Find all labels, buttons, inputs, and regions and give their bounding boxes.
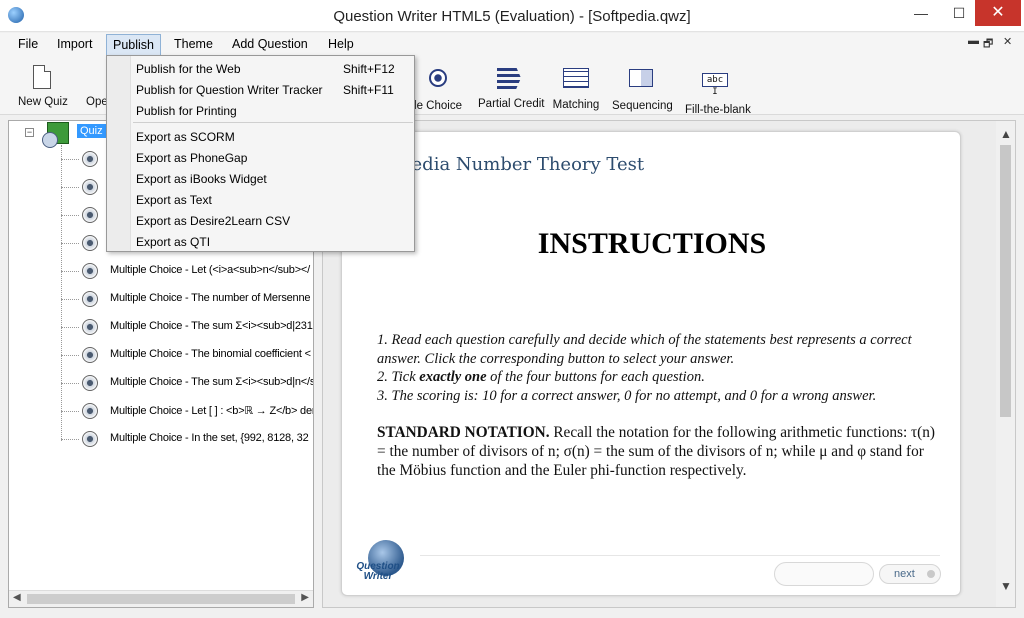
scroll-thumb[interactable] (27, 594, 295, 604)
scroll-up-icon[interactable]: ▲ (1000, 127, 1012, 141)
open-icon (86, 65, 106, 91)
scroll-left-icon[interactable]: ◀ (13, 592, 21, 603)
export-qti-item[interactable]: Export as QTI (107, 231, 414, 252)
export-text-item[interactable]: Export as Text (107, 189, 414, 210)
mdi-minimize-icon[interactable]: ▬ (968, 35, 979, 47)
tree-root-quiz[interactable]: Quiz (77, 124, 106, 138)
partial-credit-icon (478, 67, 540, 93)
menu-publish[interactable]: Publish (106, 34, 161, 56)
title-bar: Question Writer HTML5 (Evaluation) - [So… (0, 0, 1024, 32)
menu-import[interactable]: Import (57, 37, 92, 51)
instruction-item: 2. Tick exactly one of the four buttons … (377, 369, 705, 385)
radio-node-icon (82, 235, 98, 251)
new-quiz-button[interactable]: New Quiz (18, 65, 68, 108)
publish-for-printing-item[interactable]: Publish for Printing (107, 100, 414, 121)
tree-item[interactable]: Multiple Choice - The binomial coefficie… (61, 345, 313, 365)
new-quiz-label: New Quiz (18, 96, 68, 108)
instructions-list: 1. Read each question carefully and deci… (377, 331, 937, 405)
fill-blank-icon: abc I (685, 73, 745, 99)
multiple-choice-label: le Choice (414, 100, 462, 112)
export-d2l-csv-item[interactable]: Export as Desire2Learn CSV (107, 210, 414, 231)
radio-node-icon (82, 431, 98, 447)
matching-grid-icon (552, 68, 600, 94)
instruction-item: 3. The scoring is: 10 for a correct answ… (377, 387, 877, 404)
radio-node-icon (82, 403, 98, 419)
next-button[interactable]: next (879, 564, 941, 584)
scroll-down-icon[interactable]: ▼ (1000, 579, 1012, 593)
footer-divider (420, 555, 940, 556)
tree-item[interactable]: Multiple Choice - Let (<i>a<sub>n</sub><… (61, 261, 313, 281)
menu-file[interactable]: File (18, 37, 38, 51)
menu-help[interactable]: Help (328, 37, 354, 51)
sequencing-label: Sequencing (612, 100, 673, 112)
radio-node-icon (82, 263, 98, 279)
radio-node-icon (82, 291, 98, 307)
window-title: Question Writer HTML5 (Evaluation) - [So… (333, 8, 691, 25)
scroll-right-icon[interactable]: ▶ (301, 592, 309, 603)
menu-separator (133, 122, 413, 123)
menu-add-question[interactable]: Add Question (232, 37, 308, 51)
export-phonegap-item[interactable]: Export as PhoneGap (107, 147, 414, 168)
radio-node-icon (82, 207, 98, 223)
radio-node-icon (82, 179, 98, 195)
tree-item[interactable]: Multiple Choice - The number of Mersenne (61, 289, 313, 309)
partial-credit-label: Partial Credit (478, 98, 545, 110)
open-label: Ope (86, 96, 106, 108)
tree-item[interactable]: Multiple Choice - In the set, {992, 8128… (61, 429, 313, 449)
menu-theme[interactable]: Theme (174, 37, 213, 51)
radio-node-icon (82, 347, 98, 363)
question-writer-logo: Question Writer (354, 540, 412, 588)
collapse-icon[interactable]: − (25, 128, 34, 137)
horizontal-scrollbar[interactable]: ◀ ▶ (9, 590, 313, 607)
export-scorm-item[interactable]: Export as SCORM (107, 126, 414, 147)
radio-node-icon (82, 151, 98, 167)
instructions-heading: INSTRUCTIONS (537, 227, 767, 260)
menu-bar: File Import Publish Theme Add Question H… (0, 33, 1024, 57)
export-ibooks-item[interactable]: Export as iBooks Widget (107, 168, 414, 189)
progress-pill (774, 562, 874, 586)
next-arrow-icon (927, 570, 935, 578)
tree-item[interactable]: Multiple Choice - The sum Σ<i><sub>d|231 (61, 317, 313, 337)
matching-label: Matching (552, 99, 600, 111)
sequencing-button[interactable]: Sequencing (612, 65, 673, 112)
mdi-close-icon[interactable]: ✕ (1003, 35, 1012, 48)
fill-the-blank-button[interactable]: abc I Fill-the-blank (685, 65, 751, 116)
quiz-icon (42, 122, 69, 148)
new-document-icon (18, 65, 66, 91)
scroll-thumb[interactable] (1000, 145, 1011, 417)
partial-credit-button[interactable]: Partial Credit (478, 65, 545, 110)
sequencing-icon (612, 69, 670, 95)
publish-for-web-item[interactable]: Publish for the Web Shift+F12 (107, 58, 414, 79)
quiz-preview-card: pedia Number Theory Test INSTRUCTIONS 1.… (341, 131, 961, 596)
maximize-button[interactable]: ☐ (942, 0, 976, 26)
radio-node-icon (82, 375, 98, 391)
radio-node-icon (82, 319, 98, 335)
mdi-restore-icon[interactable]: 🗗 (983, 35, 993, 54)
tree-item[interactable]: Multiple Choice - Let [ ] : <b>ℝ → Z</b>… (61, 401, 313, 421)
preview-panel: pedia Number Theory Test INSTRUCTIONS 1.… (322, 120, 1016, 608)
standard-notation-paragraph: STANDARD NOTATION. Recall the notation f… (377, 424, 936, 479)
minimize-button[interactable]: — (904, 0, 938, 26)
tree-item[interactable]: Multiple Choice - The sum Σ<i><sub>d|n</… (61, 373, 313, 393)
open-button[interactable]: Ope (86, 65, 106, 108)
quiz-title: pedia Number Theory Test (400, 154, 645, 175)
matching-button[interactable]: Matching (552, 65, 600, 111)
vertical-scrollbar[interactable]: ▲ ▼ (996, 121, 1015, 607)
multiple-choice-button[interactable]: le Choice (413, 65, 463, 112)
publish-menu: Publish for the Web Shift+F12 Publish for… (106, 55, 415, 252)
fill-the-blank-label: Fill-the-blank (685, 104, 751, 116)
radio-button-icon (413, 69, 463, 95)
instruction-item: 1. Read each question carefully and deci… (377, 332, 912, 367)
publish-for-tracker-item[interactable]: Publish for Question Writer Tracker Shift… (107, 79, 414, 100)
close-button[interactable]: ✕ (975, 0, 1021, 26)
